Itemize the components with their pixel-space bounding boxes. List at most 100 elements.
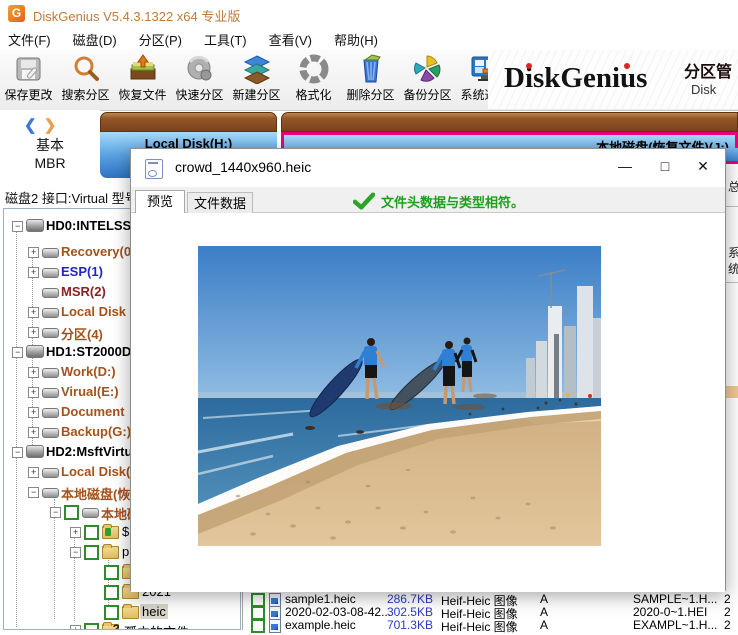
quick-partition-button[interactable]: 快速分区 xyxy=(171,50,228,108)
menu-tools[interactable]: 工具(T) xyxy=(196,30,261,49)
tree-expander[interactable] xyxy=(28,327,39,338)
tree-expander[interactable] xyxy=(70,527,81,538)
partition-icon xyxy=(42,248,59,258)
item-on-sand xyxy=(356,430,364,434)
tree-checkbox[interactable] xyxy=(104,565,119,580)
tree-item-label[interactable]: Recovery(0 xyxy=(61,244,131,259)
disk-scheme-label: MBR xyxy=(0,155,100,171)
tree-expander[interactable] xyxy=(28,247,39,258)
format-ring-icon xyxy=(299,54,329,84)
tree-item-label[interactable]: Local Disk( xyxy=(61,464,130,479)
image-file-icon xyxy=(269,619,281,633)
background-window-edge: 总 系 统 xyxy=(726,148,738,591)
tree-item-label[interactable]: 孤立的文件 xyxy=(124,622,189,630)
tree-item-label[interactable]: Backup(G:) xyxy=(61,424,131,439)
tree-item-label[interactable]: 分区(4) xyxy=(61,324,103,343)
tree-item-label[interactable]: ESP(1) xyxy=(61,264,103,279)
file-size: 286.7KB xyxy=(363,592,433,606)
tree-item-label[interactable]: 本地磁盘(恢 xyxy=(61,484,130,503)
partition-icon xyxy=(42,368,59,378)
tree-expander[interactable] xyxy=(28,487,39,498)
tree-row[interactable]: 孤立的文件 xyxy=(4,621,240,630)
tree-expander[interactable] xyxy=(28,387,39,398)
tree-row[interactable]: heic xyxy=(4,603,240,621)
app-icon: G xyxy=(8,5,25,22)
close-icon[interactable]: ✕ xyxy=(683,149,723,183)
pie-pieces-icon xyxy=(413,54,443,84)
file-attr: A xyxy=(540,592,548,606)
menu-help[interactable]: 帮助(H) xyxy=(326,30,392,49)
dialog-title: crowd_1440x960.heic xyxy=(175,159,311,175)
tree-item-label-selected[interactable]: heic xyxy=(140,604,168,619)
tree-item-label[interactable]: Virual(E:) xyxy=(61,384,119,399)
tree-checkbox[interactable] xyxy=(84,545,99,560)
backup-partition-button[interactable]: 备份分区 xyxy=(399,50,456,108)
next-disk-arrow-icon[interactable]: ❯ xyxy=(44,117,57,134)
tree-expander[interactable] xyxy=(70,547,81,558)
minimize-icon[interactable]: — xyxy=(605,149,645,183)
file-checkbox[interactable] xyxy=(251,593,265,607)
tree-expander[interactable] xyxy=(12,221,23,232)
tree-expander[interactable] xyxy=(50,507,61,518)
partition-cap xyxy=(100,112,277,132)
tree-item-label[interactable]: Document xyxy=(61,404,125,419)
status-text: 文件头数据与类型相符。 xyxy=(381,192,524,211)
folder-icon xyxy=(122,606,139,619)
tree-checkbox[interactable] xyxy=(64,505,79,520)
search-partition-button[interactable]: 搜索分区 xyxy=(57,50,114,108)
tree-checkbox[interactable] xyxy=(104,585,119,600)
tree-expander[interactable] xyxy=(28,427,39,438)
toolbar-label: 格式化 xyxy=(295,86,331,103)
tab-file-data[interactable]: 文件数据 xyxy=(187,192,253,213)
yellow-flag-dot xyxy=(566,393,570,397)
tree-checkbox[interactable] xyxy=(84,525,99,540)
partition-cap xyxy=(281,112,738,132)
toolbar-label: 新建分区 xyxy=(232,86,280,103)
header-match-status: 文件头数据与类型相符。 xyxy=(353,191,524,211)
tree-expander[interactable] xyxy=(28,467,39,478)
layers-icon xyxy=(242,54,272,84)
menu-file[interactable]: 文件(F) xyxy=(0,30,65,49)
disk-type-label: 基本 xyxy=(0,135,100,155)
file-date: 2 xyxy=(724,605,738,619)
tree-expander[interactable] xyxy=(28,367,39,378)
tree-expander[interactable] xyxy=(28,407,39,418)
delete-partition-button[interactable]: 删除分区 xyxy=(342,50,399,108)
partition-icon xyxy=(42,308,59,318)
file-checkbox[interactable] xyxy=(251,606,265,620)
partition-icon xyxy=(42,268,59,278)
menu-partition[interactable]: 分区(P) xyxy=(131,30,196,49)
tree-expander[interactable] xyxy=(28,307,39,318)
tab-preview[interactable]: 预览 xyxy=(135,190,185,213)
disc-icon xyxy=(185,54,215,84)
tree-item-label[interactable]: MSR(2) xyxy=(61,284,106,299)
new-partition-button[interactable]: 新建分区 xyxy=(228,50,285,108)
file-row[interactable]: example.heic 701.3KB Heif-Heic 图像 A EXAM… xyxy=(243,619,738,632)
recover-files-button[interactable]: 恢复文件 xyxy=(114,50,171,108)
tree-item-label[interactable]: HD0:INTELSSD xyxy=(46,218,141,233)
tree-item-label[interactable]: Work(D:) xyxy=(61,364,116,379)
tree-expander[interactable] xyxy=(12,447,23,458)
file-checkbox[interactable] xyxy=(251,619,265,633)
save-changes-button[interactable]: 保存更改 xyxy=(0,50,57,108)
tree-checkbox[interactable] xyxy=(104,605,119,620)
file-date: 2 xyxy=(724,592,738,606)
brand-slogan-en: Disk xyxy=(691,82,716,97)
maximize-icon[interactable]: □ xyxy=(645,149,685,183)
tree-item-label[interactable]: HD2:MsftVirtu xyxy=(46,444,132,459)
tree-expander[interactable] xyxy=(12,347,23,358)
tree-item-label[interactable]: HD1:ST2000D xyxy=(46,344,131,359)
tree-checkbox[interactable] xyxy=(84,623,99,630)
toolbar-label: 恢复文件 xyxy=(118,86,166,103)
tree-expander[interactable] xyxy=(28,267,39,278)
format-button[interactable]: 格式化 xyxy=(285,50,342,108)
menu-disk[interactable]: 磁盘(D) xyxy=(65,30,131,49)
tree-expander[interactable] xyxy=(70,625,81,630)
menu-view[interactable]: 查看(V) xyxy=(261,30,326,49)
file-list: sample1.heic 286.7KB Heif-Heic 图像 A SAMP… xyxy=(242,591,738,630)
file-short-name: SAMPLE~1.H... xyxy=(633,592,719,606)
tree-item-label[interactable]: Local Disk xyxy=(61,304,126,319)
divider xyxy=(726,282,738,283)
logo-red-dot xyxy=(526,63,532,69)
prev-disk-arrow-icon[interactable]: ❮ xyxy=(24,117,37,134)
